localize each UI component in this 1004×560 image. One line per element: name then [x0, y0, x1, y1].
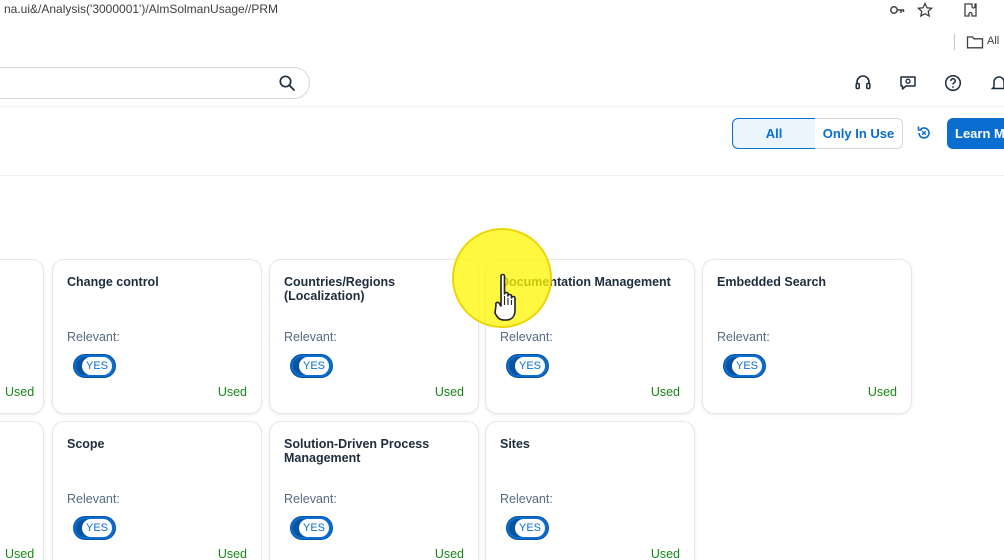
card-status: Used: [434, 385, 464, 399]
relevant-label: Relevant:: [500, 330, 553, 344]
card-title: Change control: [67, 275, 159, 289]
card-status: Used: [217, 547, 247, 560]
search-input[interactable]: [0, 67, 310, 99]
card-title: Countries/Regions (Localization): [284, 275, 396, 303]
card-status: Used: [434, 547, 464, 560]
extension-icon[interactable]: [962, 2, 978, 18]
toggle-label: YES: [82, 357, 112, 375]
relevant-label: Relevant:: [67, 330, 120, 344]
key-icon[interactable]: [889, 2, 905, 18]
bookmark-folder-all[interactable]: All: [987, 35, 999, 47]
relevant-label: Relevant:: [67, 492, 120, 506]
learn-more-button[interactable]: Learn More: [947, 118, 1004, 149]
feature-card[interactable]: Solution-Driven Process Management Relev…: [269, 421, 479, 560]
relevant-label: Relevant:: [717, 330, 770, 344]
headset-icon[interactable]: [854, 74, 872, 92]
filter-all-button[interactable]: All: [732, 118, 816, 149]
toggle-label: YES: [82, 519, 112, 537]
feature-card[interactable]: Countries/Regions (Localization) Relevan…: [269, 259, 479, 414]
card-status: Used: [217, 385, 247, 399]
url-text[interactable]: na.ui&/Analysis('3000001')/AlmSolmanUsag…: [4, 2, 278, 16]
relevant-toggle[interactable]: YES: [507, 517, 548, 539]
feature-card[interactable]: Sites Relevant: YES Used: [485, 421, 695, 560]
filter-only-in-use-button[interactable]: Only In Use: [815, 118, 903, 149]
hand-cursor-icon: [494, 273, 516, 321]
help-icon[interactable]: [944, 74, 962, 92]
card-status: Used: [650, 547, 680, 560]
relevant-toggle[interactable]: YES: [74, 517, 115, 539]
toggle-label: YES: [515, 357, 545, 375]
feature-card[interactable]: Change control Relevant: YES Used: [52, 259, 262, 414]
star-icon[interactable]: [917, 2, 933, 18]
toggle-label: YES: [299, 519, 329, 537]
browser-url-bar[interactable]: na.ui&/Analysis('3000001')/AlmSolmanUsag…: [0, 0, 1004, 20]
reset-icon[interactable]: [915, 124, 933, 142]
bookmarks-bar: All: [0, 30, 1004, 54]
feature-card[interactable]: Scope Relevant: YES Used: [52, 421, 262, 560]
card-title: Scope: [67, 437, 105, 451]
relevant-toggle[interactable]: YES: [507, 355, 548, 377]
folder-icon[interactable]: [966, 34, 984, 50]
card-status: Used: [650, 385, 680, 399]
search-icon[interactable]: [278, 74, 296, 92]
card-title: Embedded Search: [717, 275, 827, 289]
bookmarks-divider: [954, 34, 955, 50]
toggle-label: YES: [299, 357, 329, 375]
chat-icon[interactable]: [899, 74, 917, 92]
partial-card: Used: [0, 421, 44, 560]
relevant-label: Relevant:: [284, 492, 337, 506]
card-status: Used: [867, 385, 897, 399]
relevant-toggle[interactable]: YES: [291, 355, 332, 377]
card-status: Used: [5, 547, 35, 560]
toggle-label: YES: [732, 357, 762, 375]
toggle-label: YES: [515, 519, 545, 537]
relevant-label: Relevant:: [500, 492, 553, 506]
relevant-label: Relevant:: [284, 330, 337, 344]
relevant-toggle[interactable]: YES: [291, 517, 332, 539]
relevant-toggle[interactable]: YES: [74, 355, 115, 377]
card-title: Sites: [500, 437, 530, 451]
partial-card: Used: [0, 259, 44, 414]
card-status: Used: [5, 385, 35, 399]
header-divider: [0, 106, 1004, 107]
bell-icon[interactable]: [990, 74, 1004, 92]
card-title: Solution-Driven Process Management: [284, 437, 430, 465]
toolbar-divider: [0, 175, 1004, 176]
relevant-toggle[interactable]: YES: [724, 355, 765, 377]
feature-card[interactable]: Embedded Search Relevant: YES Used: [702, 259, 912, 414]
